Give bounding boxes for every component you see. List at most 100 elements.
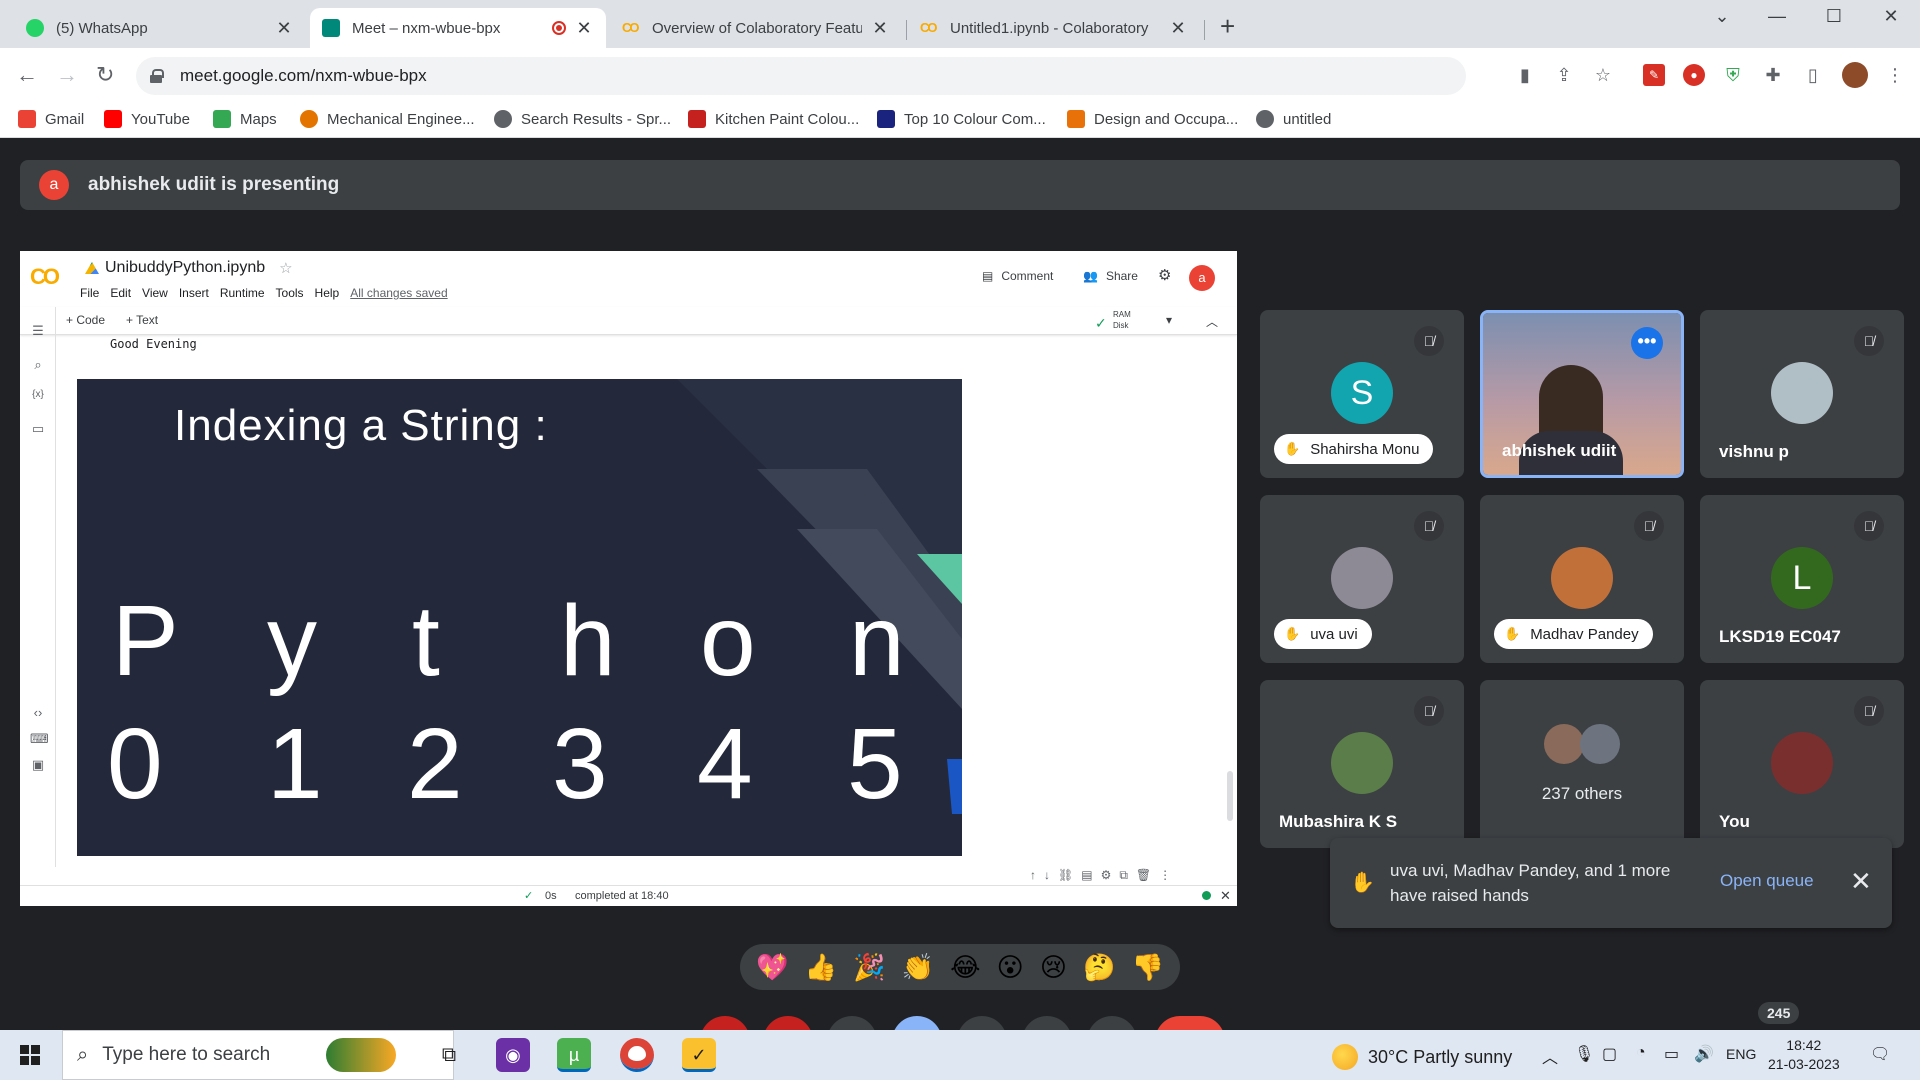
camera-icon[interactable]: ▮ <box>1514 64 1536 86</box>
bookmark-mechanical[interactable]: Mechanical Enginee... <box>300 110 475 128</box>
bookmark-maps[interactable]: Maps <box>213 110 277 128</box>
shield-extension-icon[interactable]: ⛨ <box>1722 64 1744 86</box>
app-icon-purple[interactable]: ◉ <box>496 1038 530 1072</box>
participant-tile[interactable]: S 🎙̸ ✋ Shahirsha Monu <box>1260 310 1464 478</box>
reaction-thinking[interactable]: 🤔 <box>1083 952 1115 983</box>
tab-search-icon[interactable]: ⌄ <box>1702 6 1742 27</box>
maximize-button[interactable]: ☐ <box>1814 6 1854 27</box>
bookmark-search-results[interactable]: Search Results - Spr... <box>494 110 671 128</box>
share-label: Share <box>1105 269 1138 283</box>
bookmark-star-icon[interactable]: ☆ <box>1592 64 1614 86</box>
bookmark-top-10-colour[interactable]: Top 10 Colour Com... <box>877 110 1046 128</box>
browser-toolbar: ← → ↻ meet.google.com/nxm-wbue-bpx ▮ ⇪ ☆… <box>0 48 1920 104</box>
minimize-button[interactable]: — <box>1757 6 1797 27</box>
menu-file: File <box>80 286 100 300</box>
reaction-surprised[interactable]: 😮 <box>997 952 1024 983</box>
chevron-up-icon: ︿ <box>1206 315 1219 329</box>
open-queue-button[interactable]: Open queue <box>1720 871 1814 891</box>
forward-button[interactable]: → <box>56 62 78 88</box>
notifications-icon[interactable]: 🗨 <box>1870 1044 1890 1064</box>
window-close-button[interactable]: ✕ <box>1871 6 1911 27</box>
tab-meet[interactable]: Meet – nxm-wbue-bpx ✕ <box>310 8 606 48</box>
participant-tile-self[interactable]: 🎙̸ You <box>1700 680 1904 848</box>
profile-avatar[interactable] <box>1842 62 1868 88</box>
wifi-icon[interactable]: ◔ <box>1636 1044 1646 1062</box>
battery-icon[interactable]: ▭ <box>1664 1044 1679 1064</box>
gmail-icon <box>18 110 36 128</box>
address-bar[interactable]: meet.google.com/nxm-wbue-bpx <box>136 57 1466 95</box>
adblock-extension-icon[interactable]: ● <box>1683 64 1705 86</box>
participant-name: Shahirsha Monu <box>1310 440 1420 458</box>
comment-icon: ▤ <box>982 269 994 283</box>
more-options-icon[interactable]: ••• <box>1631 327 1663 359</box>
participant-tile[interactable]: 🎙̸ vishnu p <box>1700 310 1904 478</box>
microphone-icon[interactable]: 🎙 <box>1574 1044 1594 1064</box>
globe-icon <box>1256 110 1274 128</box>
participant-tile[interactable]: 🎙̸ Mubashira K S <box>1260 680 1464 848</box>
bookmark-youtube[interactable]: YouTube <box>104 110 190 128</box>
saved-status: All changes saved <box>350 286 448 300</box>
site-icon <box>688 110 706 128</box>
reaction-thumbs-up[interactable]: 👍 <box>805 952 837 983</box>
chrome-icon[interactable] <box>620 1038 654 1072</box>
reload-button[interactable]: ↻ <box>96 62 114 88</box>
bookmark-kitchen-paint[interactable]: Kitchen Paint Colou... <box>688 110 859 128</box>
slide-letter: n <box>849 585 905 697</box>
pdf-extension-icon[interactable]: ✎ <box>1643 64 1665 86</box>
participant-tile[interactable]: L 🎙̸ LKSD19 EC047 <box>1700 495 1904 663</box>
participant-tile-active[interactable]: ••• abhishek udiit <box>1480 310 1684 478</box>
participant-name: uva uvi <box>1310 625 1358 643</box>
camera-in-use-icon[interactable]: ▢ <box>1602 1044 1617 1064</box>
share-icon[interactable]: ⇪ <box>1553 64 1575 86</box>
slide-index: 1 <box>267 708 323 820</box>
new-tab-button[interactable]: + <box>1220 13 1235 39</box>
bookmark-design-occupa[interactable]: Design and Occupa... <box>1067 110 1238 128</box>
bookmark-label: Kitchen Paint Colou... <box>715 110 860 128</box>
volume-icon[interactable]: 🔊 <box>1694 1044 1714 1064</box>
close-icon[interactable]: ✕ <box>870 18 890 39</box>
close-icon[interactable]: ✕ <box>1168 18 1188 39</box>
colab-status-bar: ✓ 0s completed at 18:40 ✕ <box>20 885 1237 906</box>
close-icon[interactable]: ✕ <box>274 18 294 39</box>
weather-widget[interactable]: 30°C Partly sunny <box>1332 1044 1512 1070</box>
back-button[interactable]: ← <box>16 62 38 88</box>
participant-tile[interactable]: 🎙̸ ✋ uva uvi <box>1260 495 1464 663</box>
tab-colab-overview[interactable]: CO Overview of Colaboratory Features ✕ <box>610 8 902 48</box>
extensions-puzzle-icon[interactable]: ✚ <box>1762 64 1784 86</box>
colab-icon: CO <box>622 20 640 35</box>
slide-index: 3 <box>552 708 608 820</box>
task-view-icon[interactable]: ⧉ <box>432 1038 466 1072</box>
taskbar-app-icon[interactable]: ✓ <box>682 1038 716 1072</box>
drive-icon <box>85 262 99 274</box>
system-clock[interactable]: 18:42 21-03-2023 <box>1768 1036 1840 1074</box>
chrome-menu-icon[interactable]: ⋮ <box>1884 64 1906 86</box>
toast-message: uva uvi, Madhav Pandey, and 1 more have … <box>1390 861 1671 905</box>
show-hidden-icons[interactable]: ︿ <box>1542 1044 1558 1068</box>
reaction-thumbs-down[interactable]: 👎 <box>1132 952 1164 983</box>
close-icon[interactable]: ✕ <box>1850 866 1872 897</box>
reaction-sparkling-heart[interactable]: 💖 <box>756 952 788 983</box>
clock-date: 21-03-2023 <box>1768 1056 1840 1072</box>
windows-start-icon[interactable] <box>20 1045 40 1065</box>
reaction-laughing[interactable]: 😂 <box>950 952 980 983</box>
tab-whatsapp[interactable]: (5) WhatsApp ✕ <box>14 8 306 48</box>
windows-taskbar: ⌕ Type here to search ⧉ ◉ µ ✓ 30°C Partl… <box>0 1030 1920 1080</box>
participant-tile[interactable]: 🎙̸ ✋ Madhav Pandey <box>1480 495 1684 663</box>
bookmark-label: Mechanical Enginee... <box>327 110 475 128</box>
reaction-crying[interactable]: 😢 <box>1040 952 1067 983</box>
close-icon[interactable]: ✕ <box>574 18 594 39</box>
reaction-clapping[interactable]: 👏 <box>902 952 934 983</box>
slide-index: 4 <box>697 708 753 820</box>
name-chip: ✋ uva uvi <box>1274 619 1372 649</box>
language-indicator[interactable]: ENG <box>1726 1046 1756 1062</box>
side-panel-icon[interactable]: ▯ <box>1802 64 1824 86</box>
slide-letter: y <box>267 585 317 697</box>
utorrent-icon[interactable]: µ <box>557 1038 591 1072</box>
bookmark-gmail[interactable]: Gmail <box>18 110 84 128</box>
participant-tile-others[interactable]: 237 others <box>1480 680 1684 848</box>
code-snippets-icon: ‹› <box>33 705 43 720</box>
variables-icon: {x} <box>32 389 44 400</box>
tab-colab-untitled[interactable]: CO Untitled1.ipynb - Colaboratory ✕ <box>908 8 1200 48</box>
bookmark-untitled[interactable]: untitled <box>1256 110 1331 128</box>
reaction-party-popper[interactable]: 🎉 <box>853 952 885 983</box>
